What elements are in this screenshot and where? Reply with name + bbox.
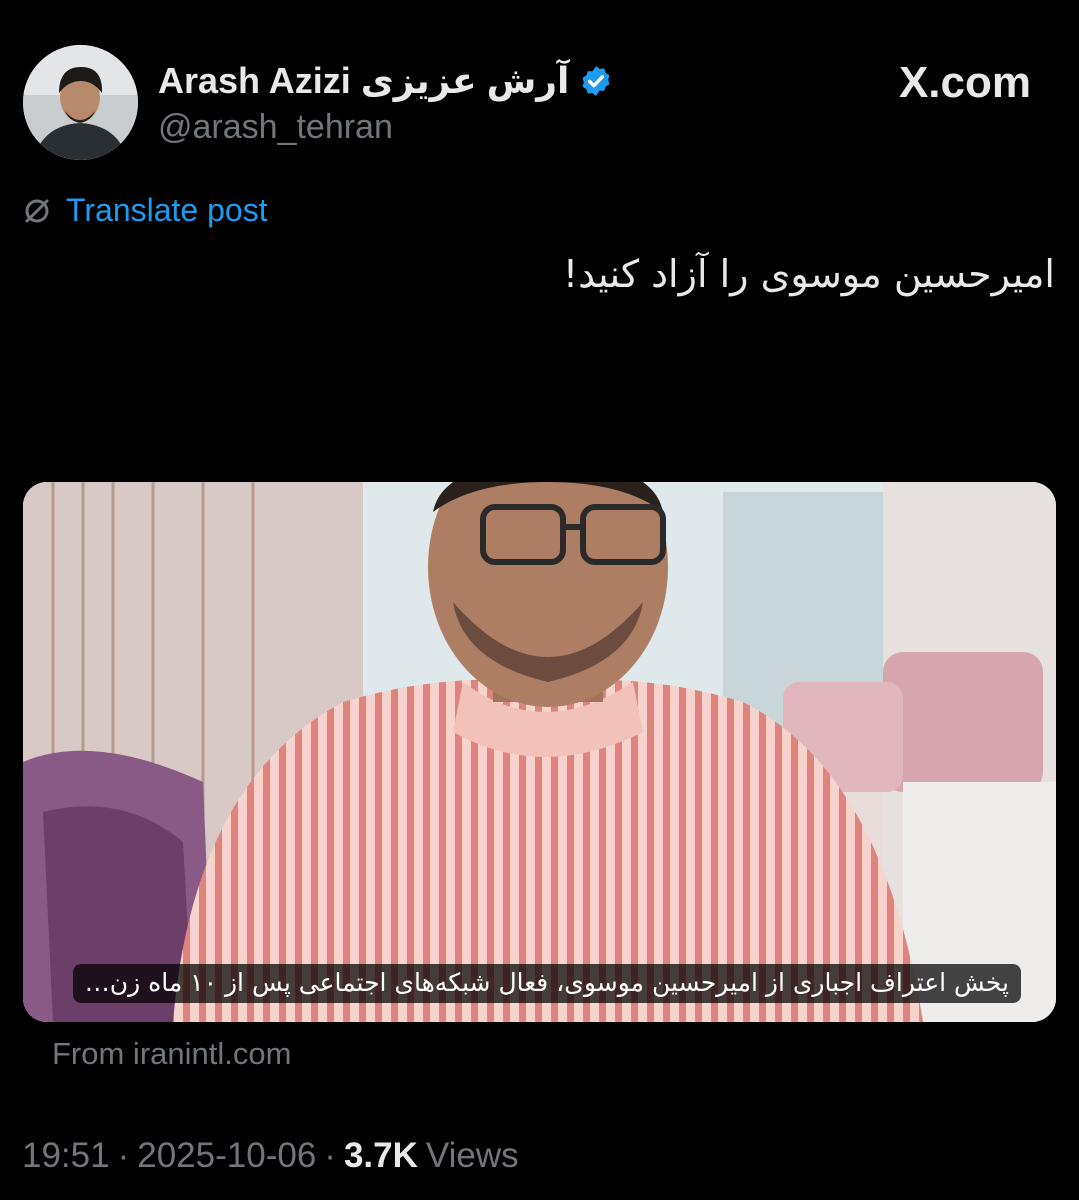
post-date[interactable]: 2025-10-06 [137, 1136, 316, 1176]
avatar[interactable] [23, 45, 138, 160]
author-display-name-persian[interactable]: آرش عزیزی [361, 60, 570, 102]
translate-icon [25, 199, 49, 222]
views-count: 3.7K [343, 1136, 418, 1175]
translate-post-link[interactable]: Translate post [22, 192, 268, 229]
post-meta: 19:51 · 2025-10-06 · 3.7K Views [22, 1136, 519, 1176]
link-card-source[interactable]: From iranintl.com [52, 1036, 291, 1072]
link-card-title: پخش اعتراف اجباری از امیرحسین موسوی، فعا… [72, 964, 1021, 1003]
x-logo-icon: X.com [898, 58, 1031, 107]
avatar-image [23, 45, 138, 160]
link-card-image [23, 482, 1056, 1022]
meta-separator: · [117, 1136, 130, 1175]
post-text: امیرحسین موسوی را آزاد کنید! [562, 252, 1055, 296]
author-handle[interactable]: @arash_tehran [158, 108, 393, 147]
author-display-name[interactable]: Arash Azizi [158, 60, 351, 102]
link-card[interactable] [23, 482, 1056, 1022]
translate-post-label: Translate post [66, 192, 268, 228]
views-label: Views [425, 1136, 519, 1175]
meta-separator: · [324, 1136, 336, 1175]
post-time[interactable]: 19:51 [22, 1136, 110, 1176]
author-name-line[interactable]: Arash Azizi آرش عزیزی [158, 58, 613, 104]
verified-badge-icon [582, 66, 610, 96]
